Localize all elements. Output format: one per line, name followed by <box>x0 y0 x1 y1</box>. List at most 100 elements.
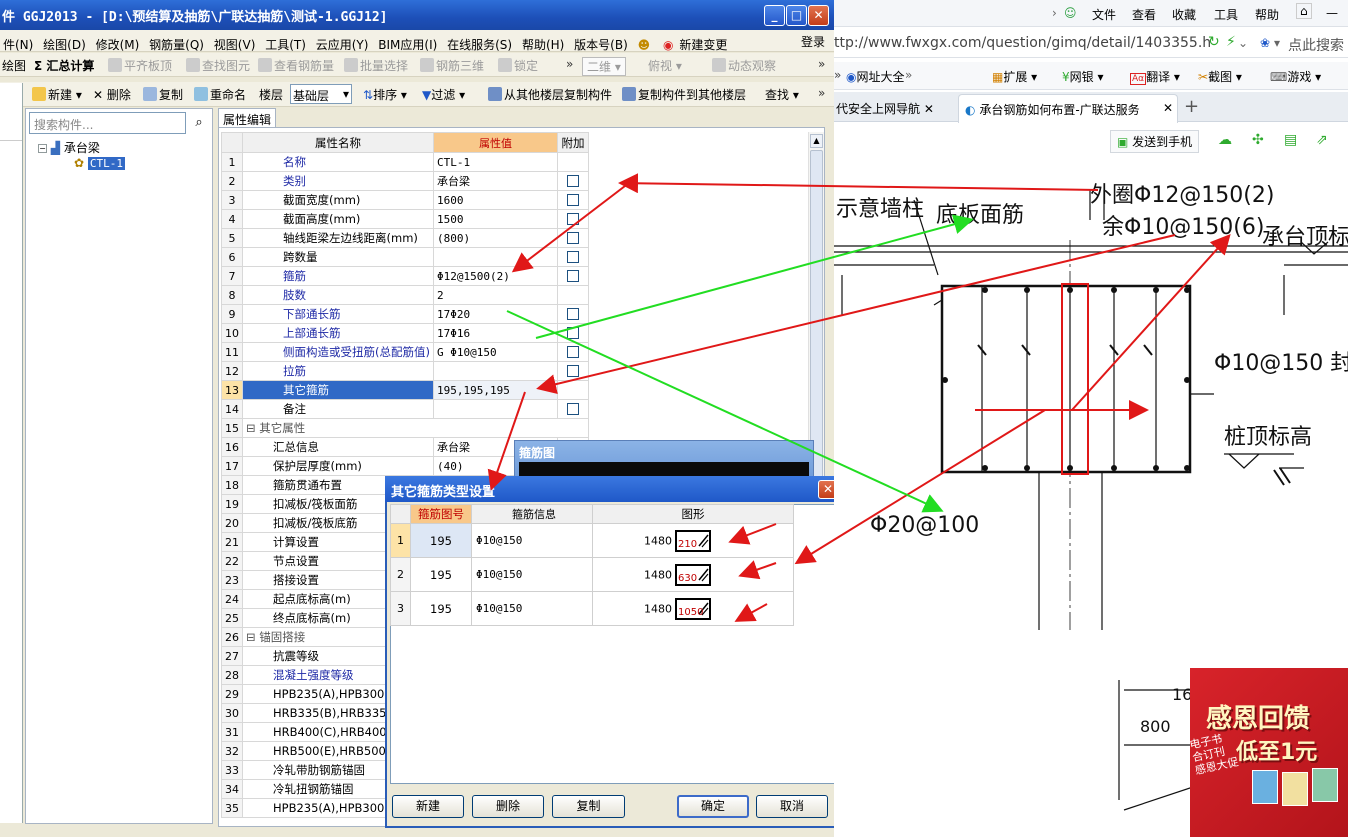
stirrup-shape-cell[interactable]: 1480 1050 <box>592 591 794 626</box>
promo-ad[interactable]: 感恩回馈 低至1元 电子书 合订刊 感恩大促 <box>1190 668 1348 837</box>
property-value[interactable]: (800) <box>432 228 559 248</box>
dialog-delete-button[interactable]: 删除 <box>472 795 544 818</box>
property-row[interactable]: 15 ⊟ 其它属性 <box>221 418 589 438</box>
property-add[interactable] <box>557 209 589 229</box>
browser-menu-help[interactable]: 帮助 <box>1255 6 1279 23</box>
property-value[interactable] <box>432 361 559 381</box>
top-view-button[interactable]: 俯视 ▾ <box>648 57 682 74</box>
find-button[interactable]: 查找 ▾ <box>765 86 799 103</box>
stirrup-info-cell[interactable]: Φ10@150 <box>471 591 593 626</box>
translate-button[interactable]: Aα 翻译 ▾ <box>1130 68 1180 85</box>
refresh-icon[interactable]: ↻ <box>1208 34 1220 50</box>
property-row[interactable]: 11 侧面构造或受扭筋(总配筋值) G Φ10@150 <box>221 342 589 362</box>
bank-button[interactable]: ¥网银 ▾ <box>1062 68 1104 85</box>
tab-active[interactable]: ◐ 承台钢筋如何布置-广联达服务 ✕ <box>958 94 1178 123</box>
property-add[interactable] <box>557 342 589 362</box>
property-row[interactable]: 7 箍筋 Φ12@1500(2) <box>221 266 589 286</box>
checkbox-icon[interactable] <box>567 194 579 206</box>
user-icon[interactable]: ☺ <box>1064 6 1077 20</box>
menu-draw[interactable]: 绘图(D) <box>40 33 89 53</box>
property-row[interactable]: 8 肢数 2 <box>221 285 589 305</box>
copy-button[interactable]: 复制 <box>143 86 183 103</box>
draw-button[interactable]: 绘图 <box>2 57 26 74</box>
url-input[interactable]: ttp://www.fwxgx.com/question/gimq/detail… <box>834 35 1211 51</box>
close-icon[interactable]: ✕ <box>924 102 934 116</box>
tab-property-edit[interactable]: 属性编辑 <box>218 108 276 127</box>
property-value[interactable]: 1500 <box>432 209 559 229</box>
steel-3d-button[interactable]: 钢筋三维 <box>420 57 484 74</box>
browser-menu-fav[interactable]: 收藏 <box>1172 6 1196 23</box>
login-link[interactable]: 登录 <box>798 30 828 50</box>
property-row[interactable]: 4 截面高度(mm) 1500 <box>221 209 589 229</box>
stirrup-shape-cell[interactable]: 1480 210 <box>592 523 794 558</box>
skin-icon[interactable]: ⌂ <box>1296 3 1312 19</box>
dialog-ok-button[interactable]: 确定 <box>677 795 749 818</box>
checkbox-icon[interactable] <box>567 308 579 320</box>
browser-menu-view[interactable]: 查看 <box>1132 6 1156 23</box>
menu-online[interactable]: 在线服务(S) <box>444 33 515 53</box>
checkbox-icon[interactable] <box>567 270 579 282</box>
tree-root[interactable]: − ▟ 承台梁 <box>38 139 100 156</box>
property-value[interactable]: Φ12@1500(2) <box>432 266 559 286</box>
rename-button[interactable]: 重命名 <box>194 86 246 103</box>
view-steel-button[interactable]: 查看钢筋量 <box>258 57 334 74</box>
collapse-icon[interactable]: − <box>38 144 47 153</box>
property-add[interactable] <box>557 190 589 210</box>
lock-button[interactable]: 锁定 <box>498 57 538 74</box>
checkbox-icon[interactable] <box>567 251 579 263</box>
table-row[interactable]: 2 195 Φ10@150 1480 630 <box>390 557 794 592</box>
screenshot-button[interactable]: ✂截图 ▾ <box>1198 68 1242 85</box>
property-value[interactable]: 17Φ16 <box>432 323 559 343</box>
property-row[interactable]: 9 下部通长筋 17Φ20 <box>221 304 589 324</box>
strip-tab[interactable] <box>0 107 22 141</box>
checkbox-icon[interactable] <box>567 346 579 358</box>
floor-select[interactable]: 基础层 ▾ <box>290 84 352 104</box>
chevron-down-icon[interactable]: ⌄ <box>1238 36 1248 50</box>
save-icon[interactable]: ▤ <box>1284 132 1297 148</box>
menu-help[interactable]: 帮助(H) <box>519 33 567 53</box>
menu-cloud[interactable]: 云应用(Y) <box>313 33 372 53</box>
tab-nav[interactable]: 代安全上网导航 ✕ <box>836 100 934 117</box>
fav-site-directory[interactable]: ◉网址大全 <box>846 68 905 85</box>
sum-calc-button[interactable]: Σ 汇总计算 <box>34 57 94 74</box>
stirrup-code-cell[interactable]: 195 <box>410 523 472 558</box>
browser-menu-file[interactable]: 文件 <box>1092 6 1116 23</box>
menu-bim[interactable]: BIM应用(I) <box>375 33 440 53</box>
maximize-button[interactable]: □ <box>786 5 807 26</box>
property-value[interactable] <box>432 399 559 419</box>
property-add[interactable] <box>557 247 589 267</box>
checkbox-icon[interactable] <box>567 365 579 377</box>
property-value[interactable]: G Φ10@150 <box>432 342 559 362</box>
expand-icon[interactable]: ✣ <box>1252 132 1264 148</box>
delete-button[interactable]: ✕ 删除 <box>93 86 131 103</box>
new-tab-icon[interactable]: + <box>1184 96 1199 117</box>
new-button[interactable]: 新建 ▾ <box>32 86 82 103</box>
menu-steel[interactable]: 钢筋量(Q) <box>146 33 207 53</box>
close-button[interactable]: ✕ <box>808 5 829 26</box>
search-icon[interactable]: ⌕ <box>188 112 210 134</box>
find-element-button[interactable]: 查找图元 <box>186 57 250 74</box>
stirrup-info-cell[interactable]: Φ10@150 <box>471 523 593 558</box>
scroll-up-icon[interactable]: ▲ <box>810 134 823 148</box>
property-row[interactable]: 5 轴线距梁左边线距离(mm) (800) <box>221 228 589 248</box>
property-row[interactable]: 14 备注 <box>221 399 589 419</box>
property-add[interactable] <box>557 266 589 286</box>
table-row[interactable]: 3 195 Φ10@150 1480 1050 <box>390 591 794 626</box>
filter-button[interactable]: ▼过滤 ▾ <box>422 86 465 103</box>
checkbox-icon[interactable] <box>567 213 579 225</box>
component-search-input[interactable]: 搜索构件... <box>29 112 186 134</box>
engine-chevron-icon[interactable]: ▾ <box>1274 36 1280 50</box>
checkbox-icon[interactable] <box>567 327 579 339</box>
property-row[interactable]: 1 名称 CTL-1 <box>221 152 589 172</box>
dynamic-view-button[interactable]: 动态观察 <box>712 57 776 74</box>
tree-item-ctl1[interactable]: ✿ CTL-1 <box>74 156 126 170</box>
new-change-menu[interactable]: ◉ 新建变更 <box>657 30 734 53</box>
dialog-new-button[interactable]: 新建 <box>392 795 464 818</box>
property-value[interactable] <box>432 247 559 267</box>
fav-overflow-icon[interactable]: » <box>834 68 841 82</box>
property-add[interactable] <box>557 228 589 248</box>
send-to-phone-button[interactable]: ▣ 发送到手机 <box>1110 130 1200 153</box>
browser-menu-tools[interactable]: 工具 <box>1214 6 1238 23</box>
games-button[interactable]: ⌨游戏 ▾ <box>1270 68 1321 85</box>
minimize-button[interactable]: _ <box>764 5 785 26</box>
